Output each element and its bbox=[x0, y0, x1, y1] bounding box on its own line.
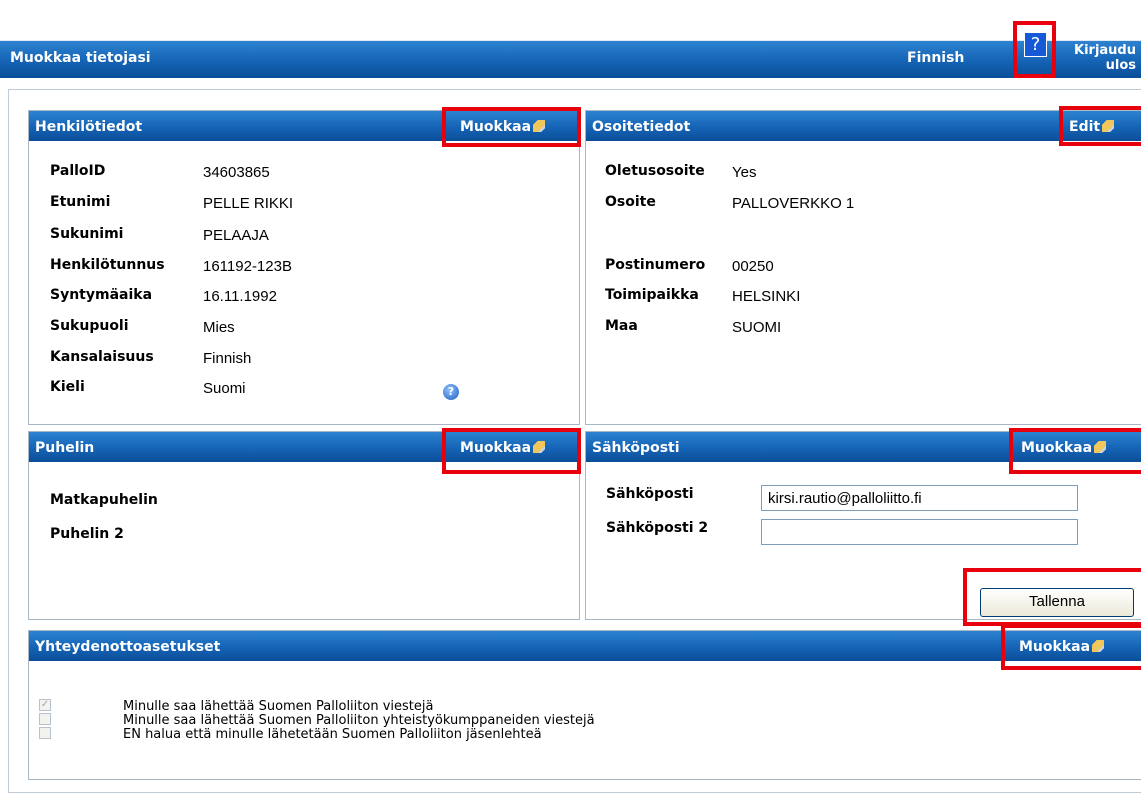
field-value: SUOMI bbox=[732, 319, 782, 336]
personal-info-panel: Henkilötiedot Muokkaa PalloID 34603865 E… bbox=[28, 110, 580, 425]
field-label: Oletusosoite bbox=[605, 163, 705, 179]
option-label: Minulle saa lähettää Suomen Palloliiton … bbox=[123, 713, 595, 728]
address-heading: Osoitetiedot bbox=[592, 119, 691, 135]
field-value: HELSINKI bbox=[732, 288, 801, 305]
field-value: 161192-123B bbox=[203, 258, 292, 275]
contact-prefs-header: Yhteydenottoasetukset Muokkaa bbox=[29, 631, 1141, 661]
field-label: Postinumero bbox=[605, 257, 706, 273]
field-label: Sähköposti bbox=[606, 486, 694, 502]
personal-info-heading: Henkilötiedot bbox=[35, 119, 143, 135]
question-icon[interactable]: ? bbox=[443, 384, 459, 400]
email-edit-highlight bbox=[1009, 428, 1141, 474]
field-label: Kieli bbox=[50, 379, 85, 395]
field-value: 34603865 bbox=[203, 164, 270, 181]
logout-label-line2: ulos bbox=[1105, 58, 1136, 73]
field-value: 16.11.1992 bbox=[203, 288, 277, 305]
field-value: PELLE RIKKI bbox=[203, 195, 294, 212]
field-value: Mies bbox=[203, 319, 235, 336]
address-panel: Osoitetiedot Edit Oletusosoite Yes Osoit… bbox=[585, 110, 1141, 425]
field-value: Yes bbox=[732, 164, 757, 181]
field-label: Henkilötunnus bbox=[50, 257, 165, 273]
email-heading: Sähköposti bbox=[592, 440, 680, 456]
logout-link[interactable]: Kirjaudu ulos bbox=[1064, 43, 1136, 73]
field-label: Osoite bbox=[605, 194, 656, 210]
help-button[interactable]: ? bbox=[1024, 32, 1047, 57]
contact-prefs-panel: Yhteydenottoasetukset Muokkaa ✓ Minulle … bbox=[28, 630, 1141, 780]
field-value: Finnish bbox=[203, 350, 252, 367]
language-selector[interactable]: Finnish bbox=[907, 50, 964, 66]
field-label: Kansalaisuus bbox=[50, 349, 154, 365]
contact-edit-highlight bbox=[1001, 624, 1141, 670]
checkbox-option-3[interactable] bbox=[39, 727, 51, 739]
email2-input[interactable] bbox=[761, 519, 1078, 545]
field-label: Maa bbox=[605, 318, 638, 334]
option-label: Minulle saa lähettää Suomen Palloliiton … bbox=[123, 699, 434, 714]
contact-prefs-heading: Yhteydenottoasetukset bbox=[35, 639, 221, 655]
address-header: Osoitetiedot Edit bbox=[586, 111, 1141, 141]
phone-edit-highlight bbox=[442, 428, 581, 474]
logout-label-line1: Kirjaudu bbox=[1074, 43, 1136, 58]
field-value: 00250 bbox=[732, 258, 774, 275]
personal-edit-highlight bbox=[442, 107, 581, 147]
field-label: Matkapuhelin bbox=[50, 492, 158, 508]
page-header-bar: Muokkaa tietojasi Finnish Kirjaudu ulos bbox=[0, 40, 1141, 78]
page-title: Muokkaa tietojasi bbox=[10, 50, 151, 66]
checkbox-option-1[interactable]: ✓ bbox=[39, 699, 51, 711]
option-label: EN halua että minulle lähetetään Suomen … bbox=[123, 727, 542, 742]
field-value: PALLOVERKKO 1 bbox=[732, 195, 855, 212]
address-edit-highlight bbox=[1059, 106, 1141, 146]
email-input[interactable] bbox=[761, 485, 1078, 511]
field-label: Puhelin 2 bbox=[50, 526, 124, 542]
checkbox-option-2[interactable] bbox=[39, 713, 51, 725]
field-label: Sukupuoli bbox=[50, 318, 129, 334]
field-value: Suomi bbox=[203, 380, 246, 397]
field-label: Sukunimi bbox=[50, 226, 124, 242]
save-highlight bbox=[963, 568, 1141, 626]
field-label: Syntymäaika bbox=[50, 287, 153, 303]
phone-heading: Puhelin bbox=[35, 440, 95, 456]
field-label: Sähköposti 2 bbox=[606, 520, 709, 536]
field-value: PELAAJA bbox=[203, 227, 269, 244]
field-label: Etunimi bbox=[50, 194, 111, 210]
field-label: Toimipaikka bbox=[605, 287, 699, 303]
field-label: PalloID bbox=[50, 163, 106, 179]
